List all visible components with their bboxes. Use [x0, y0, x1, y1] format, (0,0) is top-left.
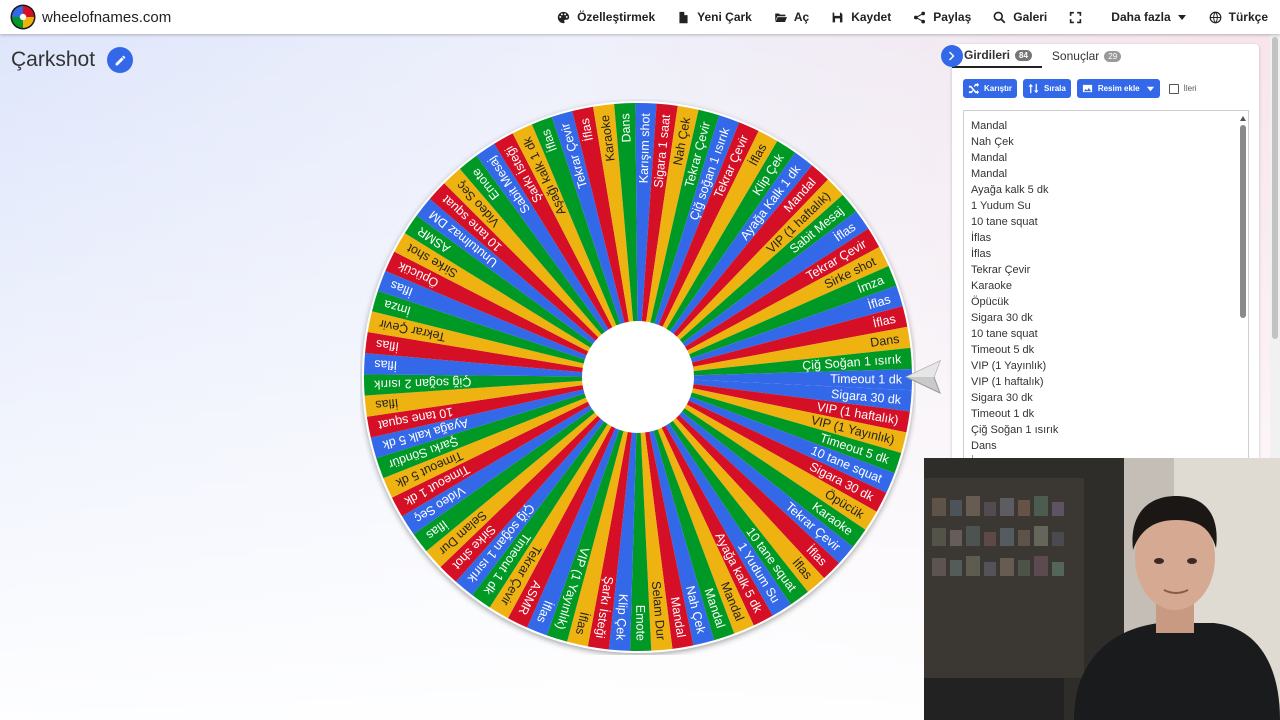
- entry-line: 1 Yudum Su: [971, 200, 1031, 212]
- wheel-segment-label: İflas: [374, 357, 398, 372]
- open-button[interactable]: Aç: [774, 0, 809, 34]
- wheel-segment-label: Çiğ soğan 2 ısırık: [373, 375, 471, 392]
- entry-line: Ayağa kalk 5 dk: [971, 184, 1049, 196]
- sort-button[interactable]: Sırala: [1023, 79, 1071, 98]
- entry-line: Tekrar Çevir: [971, 264, 1031, 276]
- tab-entries-label: Girdileri: [964, 48, 1011, 62]
- fullscreen-icon: [1070, 11, 1082, 23]
- wheel-center[interactable]: [582, 321, 694, 433]
- wheel-graphic: Sigara 30 dkVIP (1 haftalık)VIP (1 Yayın…: [362, 101, 914, 653]
- fullscreen-button[interactable]: [1069, 0, 1089, 34]
- floppy-icon: [832, 12, 843, 22]
- more-menu-button[interactable]: Daha fazla: [1111, 0, 1186, 34]
- entry-line: İflas: [971, 248, 992, 260]
- save-label: Kaydet: [851, 10, 892, 24]
- wheel-pointer-icon: [904, 360, 941, 394]
- entry-line: Mandal: [971, 120, 1008, 132]
- site-name: wheelofnames.com: [42, 8, 172, 26]
- entry-line: Nah Çek: [971, 136, 1014, 148]
- share-icon: [914, 11, 926, 23]
- entry-line: 10 tane squat: [971, 328, 1038, 340]
- open-label: Aç: [793, 10, 810, 24]
- sort-icon: [1028, 83, 1039, 94]
- palette-icon: [557, 11, 570, 23]
- tab-entries[interactable]: Girdileri 84: [952, 44, 1042, 68]
- advanced-label: İleri: [1183, 84, 1197, 93]
- save-button[interactable]: Kaydet: [831, 0, 891, 34]
- panel-tabs: Girdileri 84 Sonuçlar 29: [952, 44, 1259, 68]
- results-count-badge: 29: [1104, 50, 1122, 62]
- pencil-icon: [115, 55, 125, 65]
- entry-line: Timeout 5 dk: [971, 344, 1035, 356]
- shuffle-button[interactable]: Karıştır: [963, 79, 1018, 98]
- entry-line: Sigara 30 dk: [971, 312, 1033, 324]
- entries-toolbar: Karıştır Sırala Resim ekle İleri: [963, 79, 1197, 98]
- entry-line: VIP (1 haftalık): [971, 376, 1044, 388]
- gallery-button[interactable]: Galeri: [993, 0, 1047, 34]
- webcam-person-image: [924, 458, 1280, 720]
- entry-line: Timeout 1 dk: [971, 408, 1035, 420]
- add-image-label: Resim ekle: [1097, 84, 1140, 93]
- language-label: Türkçe: [1228, 10, 1268, 24]
- new-wheel-button[interactable]: Yeni Çark: [677, 0, 752, 34]
- search-icon: [993, 11, 1006, 23]
- wheel-segment-label: Timeout 1 dk: [830, 372, 903, 387]
- entry-line: İflas: [971, 232, 992, 244]
- wheel-segment-label: İflas: [375, 396, 399, 412]
- chevron-right-icon: [949, 51, 955, 61]
- site-logo-link[interactable]: wheelofnames.com: [10, 4, 171, 30]
- globe-icon: [1209, 11, 1222, 23]
- edit-title-button[interactable]: [107, 47, 133, 73]
- entry-line: VIP (1 Yayınlık): [971, 360, 1047, 372]
- entries-textarea[interactable]: Mandal Nah Çek Mandal Mandal Ayağa kalk 5 dk…: [963, 110, 1249, 464]
- caret-down-icon: [1177, 15, 1186, 20]
- customize-label: Özelleştirmek: [577, 10, 656, 24]
- entries-count-badge: 84: [1015, 49, 1032, 61]
- entry-line: Dans: [971, 440, 997, 452]
- shuffle-label: Karıştır: [984, 84, 1013, 93]
- scroll-up-arrow-icon[interactable]: [1240, 116, 1246, 121]
- entry-line: 10 tane squat: [971, 216, 1038, 228]
- entry-line: Mandal: [971, 152, 1008, 164]
- caret-down-icon: [1146, 86, 1154, 92]
- entries-scrollbar[interactable]: [1239, 113, 1247, 464]
- image-icon: [1082, 84, 1092, 93]
- more-label: Daha fazla: [1111, 10, 1171, 24]
- new-wheel-label: Yeni Çark: [697, 10, 752, 24]
- customize-button[interactable]: Özelleştirmek: [557, 0, 655, 34]
- sort-label: Sırala: [1044, 84, 1066, 93]
- wheel-segment-label: İflas: [375, 337, 400, 354]
- wheel-segment-label: Karışım shot: [637, 112, 653, 183]
- entry-line: Sigara 30 dk: [971, 392, 1033, 404]
- entry-line: Mandal: [971, 168, 1008, 180]
- add-image-button[interactable]: Resim ekle: [1076, 79, 1160, 98]
- collapse-panel-button[interactable]: [941, 45, 963, 67]
- wheel-logo-icon: [10, 4, 36, 30]
- share-button[interactable]: Paylaş: [913, 0, 971, 34]
- entries-list: Mandal Nah Çek Mandal Mandal Ayağa kalk 5 dk…: [964, 111, 1248, 464]
- top-nav: Özelleştirmek Yeni Çark Aç Kaydet Paylaş…: [535, 0, 1268, 34]
- shuffle-icon: [968, 83, 979, 94]
- wheel-title: Çarkshot: [11, 48, 96, 71]
- share-label: Paylaş: [933, 10, 972, 24]
- webcam-overlay: [924, 458, 1280, 720]
- gallery-label: Galeri: [1013, 10, 1048, 24]
- tab-results[interactable]: Sonuçlar 29: [1042, 44, 1131, 68]
- language-button[interactable]: Türkçe: [1209, 0, 1268, 34]
- entry-line: Karaoke: [971, 280, 1012, 292]
- document-icon: [679, 11, 688, 23]
- wheel-segment-label: Emote: [633, 605, 647, 641]
- entry-line: Çiğ Soğan 1 ısırık: [971, 424, 1059, 436]
- page-scroll-thumb[interactable]: [1272, 37, 1278, 339]
- folder-open-icon: [774, 12, 787, 22]
- entries-panel: Girdileri 84 Sonuçlar 29 Karıştır Sırala…: [952, 44, 1259, 464]
- tab-results-label: Sonuçlar: [1051, 49, 1100, 63]
- entry-line: Öpücük: [971, 296, 1009, 308]
- entries-scroll-thumb[interactable]: [1240, 125, 1246, 318]
- spin-wheel[interactable]: Sigara 30 dk VIP (1 haftalık) VIP (1 Yayın…: [360, 99, 916, 655]
- advanced-checkbox[interactable]: İleri: [1168, 83, 1197, 94]
- wheel-segment-label: Dans: [618, 113, 633, 143]
- advanced-checkbox-box[interactable]: [1168, 83, 1179, 94]
- top-bar: wheelofnames.com Özelleştirmek Yeni Çark…: [0, 0, 1280, 34]
